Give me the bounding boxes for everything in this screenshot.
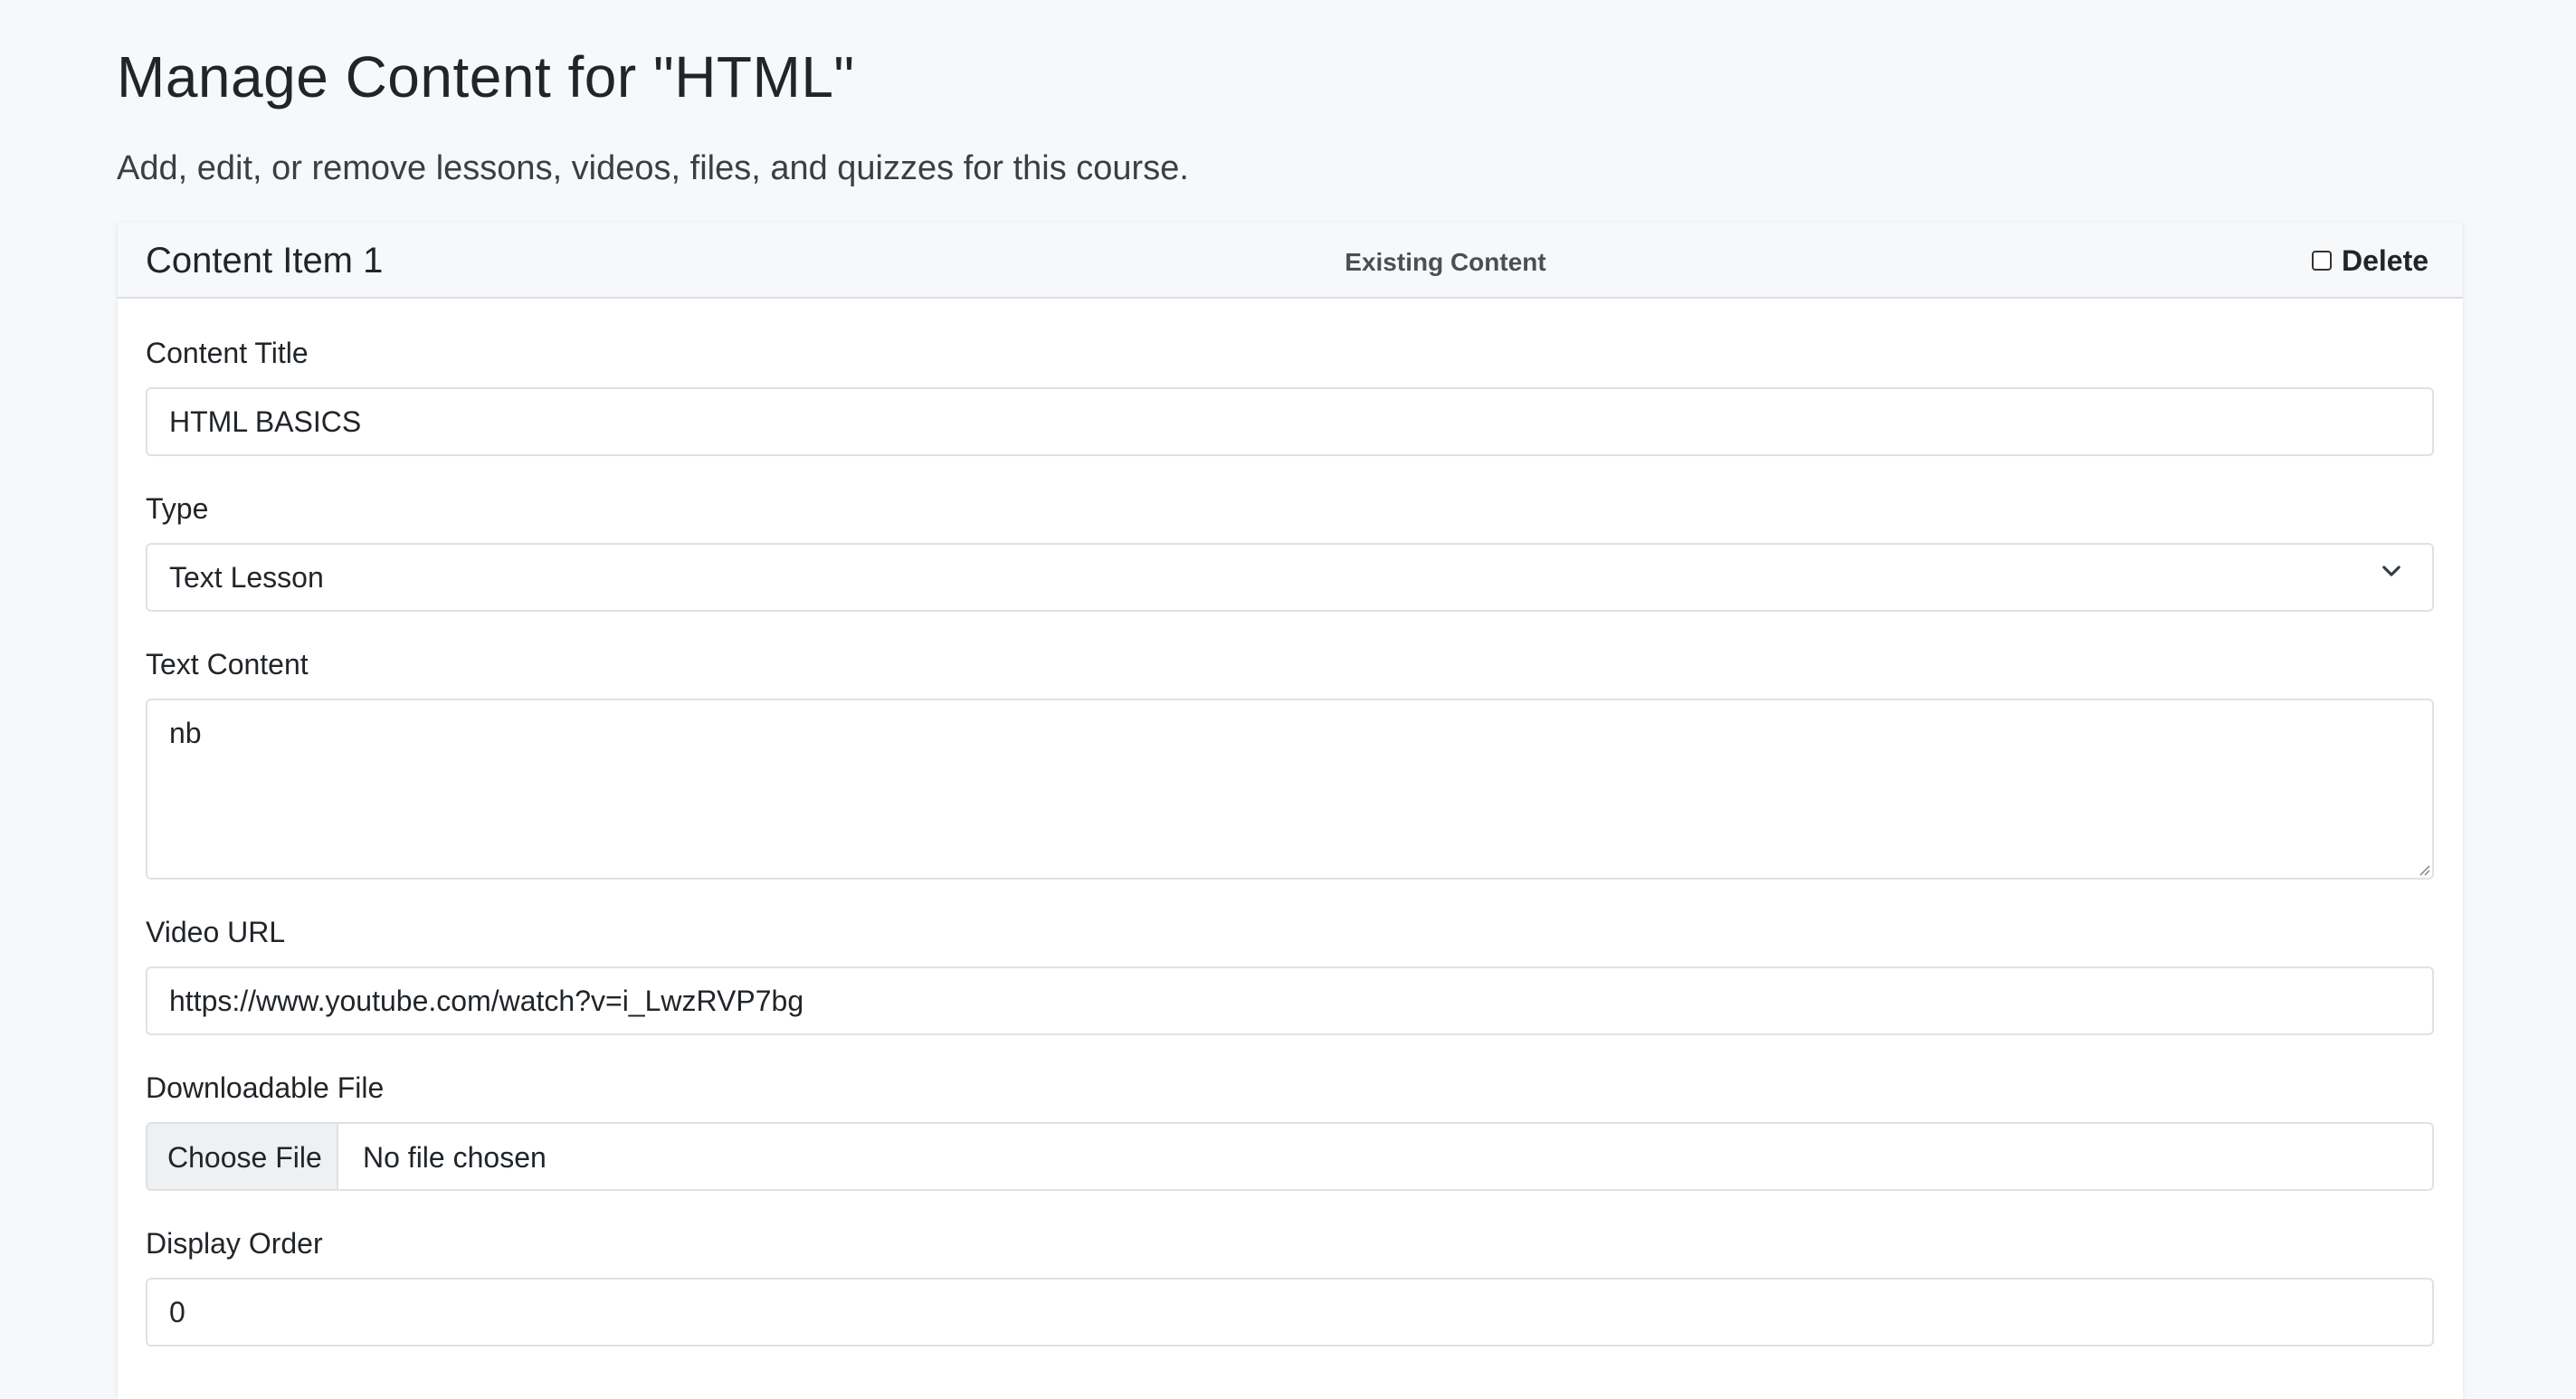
video-url-value: https://www.youtube.com/watch?v=i_LwzRVP…	[169, 985, 804, 1017]
content-item-header: Content Item 1 Existing Content Delete	[118, 223, 2463, 299]
type-select-value: Text Lesson	[169, 561, 324, 594]
content-title-value: HTML BASICS	[169, 405, 362, 438]
content-title-label: Content Title	[146, 337, 309, 369]
chevron-down-icon	[2382, 566, 2400, 576]
text-content-value: nb	[169, 717, 202, 749]
text-content-textarea[interactable]: nb	[146, 699, 2434, 880]
choose-file-label: Choose File	[167, 1141, 322, 1174]
choose-file-button[interactable]: Choose File	[147, 1124, 338, 1189]
delete-toggle[interactable]: Delete	[2312, 241, 2429, 281]
delete-checkbox[interactable]	[2312, 251, 2332, 271]
type-label: Type	[146, 492, 209, 525]
page-title: Manage Content for "HTML"	[117, 44, 855, 109]
video-url-label: Video URL	[146, 916, 286, 948]
page-subtitle: Add, edit, or remove lessons, videos, fi…	[117, 149, 1189, 187]
display-order-input[interactable]: 0	[146, 1278, 2434, 1347]
delete-label: Delete	[2342, 244, 2429, 277]
file-status-text: No file chosen	[363, 1141, 547, 1174]
content-item-heading: Content Item 1	[146, 241, 384, 281]
type-select[interactable]: Text Lesson	[146, 543, 2434, 612]
content-status-label: Existing Content	[1345, 248, 1546, 276]
text-content-label: Text Content	[146, 648, 309, 680]
display-order-label: Display Order	[146, 1227, 323, 1260]
resize-grip-icon[interactable]	[2418, 863, 2430, 876]
downloadable-file-label: Downloadable File	[146, 1071, 385, 1104]
content-title-input[interactable]: HTML BASICS	[146, 387, 2434, 456]
content-item-card: Content Item 1 Existing Content Delete C…	[117, 223, 2464, 1399]
display-order-value: 0	[169, 1296, 185, 1328]
downloadable-file-input[interactable]: Choose File No file chosen	[146, 1122, 2434, 1191]
video-url-input[interactable]: https://www.youtube.com/watch?v=i_LwzRVP…	[146, 966, 2434, 1035]
